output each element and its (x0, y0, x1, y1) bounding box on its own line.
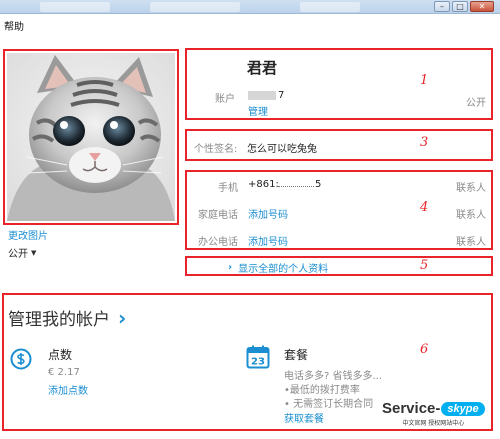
add-office-phone-link[interactable]: 添加号码 (248, 233, 288, 248)
annotation-number-5: 5 (420, 258, 429, 273)
account-redacted (248, 91, 276, 100)
credit-title: 点数 (48, 348, 73, 362)
phone-row-home: 家庭电话 添加号码 联系人 (190, 206, 486, 221)
manage-account-title: 管理我的帐户 (8, 310, 110, 330)
annotation-number-6: 6 (420, 342, 429, 357)
avatar[interactable] (7, 53, 175, 221)
titlebar-ghost-block (150, 2, 240, 12)
dollar-coin-icon (10, 348, 32, 374)
minimize-button[interactable]: – (434, 1, 450, 12)
visibility-dropdown[interactable]: 公开 ▼ (8, 245, 37, 261)
menu-bar: 帮助 (0, 14, 500, 34)
phone-value-mobile[interactable]: +861: (248, 179, 279, 190)
watermark-subtitle: 中文官网 授权网站中心 (402, 420, 465, 427)
watermark-brand-text: Service- (382, 400, 441, 417)
plan-title: 套餐 (284, 348, 309, 362)
phone-label-mobile: 手机 (218, 183, 238, 194)
manage-account-link[interactable]: 管理 (248, 103, 268, 118)
window-titlebar: – □ ✕ (0, 0, 500, 14)
maximize-button[interactable]: □ (452, 1, 468, 12)
phone-contact-mobile[interactable]: 联系人 (456, 179, 486, 194)
credit-amount: € 2.17 (48, 367, 80, 378)
chevron-right-icon: › (118, 305, 127, 330)
phone-contact-office[interactable]: 联系人 (456, 233, 486, 248)
signature-input[interactable]: 怎么可以吃兔兔 (247, 140, 317, 155)
chevron-right-icon: › (228, 262, 233, 273)
account-value: 7 (278, 90, 285, 101)
phone-row-mobile: 手机 +861: 5 联系人 (190, 179, 486, 194)
phone-label-office: 办公电话 (198, 237, 238, 248)
add-credit-link[interactable]: 添加点数 (48, 382, 88, 397)
annotation-box-1 (185, 48, 493, 120)
add-home-phone-link[interactable]: 添加号码 (248, 206, 288, 221)
chevron-down-icon: ▼ (31, 248, 37, 257)
phone-value-mobile-tail: 5 (315, 179, 322, 190)
phone-redaction (278, 186, 314, 187)
calendar-icon-day: 23 (251, 357, 265, 368)
annotation-number-1: 1 (420, 73, 429, 88)
change-picture-link[interactable]: 更改图片 (8, 227, 48, 242)
phone-row-office: 办公电话 添加号码 联系人 (190, 233, 486, 248)
plan-bullet-2: • 无需签订长期合同 (284, 399, 374, 410)
signature-label: 个性签名: (194, 144, 238, 155)
menu-item-help[interactable]: 帮助 (4, 18, 24, 33)
account-label: 账户 (215, 94, 235, 105)
visibility-dropdown-label: 公开 (8, 249, 28, 260)
show-full-profile-link[interactable]: › 显示全部的个人资料 (228, 260, 328, 275)
account-visibility: 公开 (466, 98, 486, 109)
manage-account-heading[interactable]: 管理我的帐户 › (8, 305, 127, 331)
phone-label-home: 家庭电话 (198, 210, 238, 221)
phone-contact-home[interactable]: 联系人 (456, 206, 486, 221)
window-controls: – □ ✕ (434, 1, 494, 12)
show-full-profile-label: 显示全部的个人资料 (238, 264, 329, 275)
display-name: 君君 (247, 59, 278, 77)
annotation-number-3: 3 (420, 135, 429, 150)
kitten-photo (7, 53, 175, 221)
plan-bullet-1: •最低的拨打费率 (284, 385, 360, 396)
skype-logo: skype (441, 401, 485, 416)
calendar-icon: 23 (246, 345, 270, 373)
close-button[interactable]: ✕ (470, 1, 494, 12)
get-plan-link[interactable]: 获取套餐 (284, 410, 324, 425)
titlebar-ghost-block (40, 2, 110, 12)
plan-description: 电话多多? 省钱多多... (284, 371, 383, 382)
titlebar-ghost-block (300, 2, 360, 12)
service-skype-watermark: Service- skype 中文官网 授权网站中心 (382, 400, 485, 427)
